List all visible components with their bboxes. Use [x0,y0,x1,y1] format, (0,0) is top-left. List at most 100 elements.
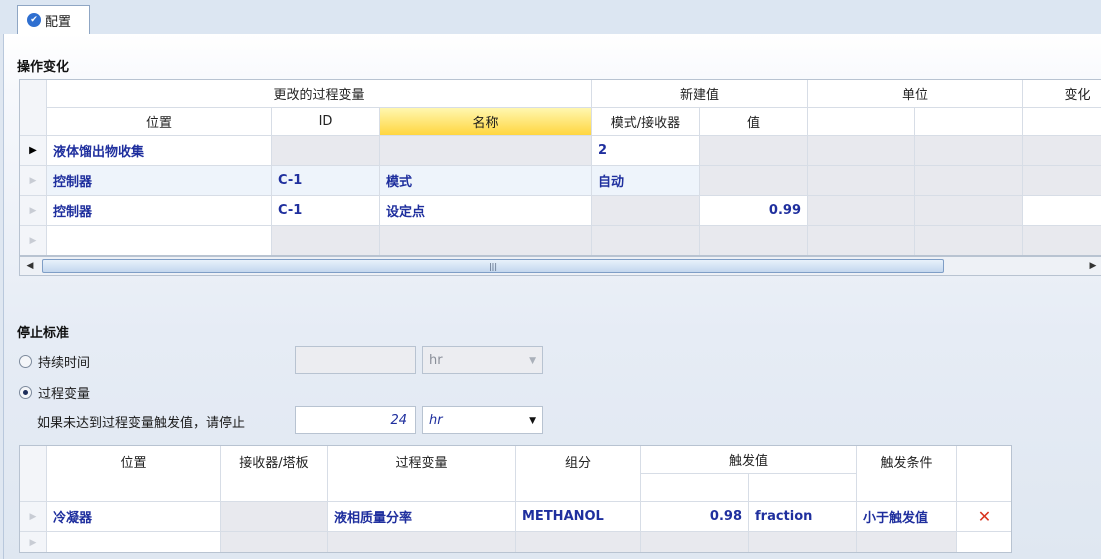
scroll-right-icon[interactable]: ▶ [1085,258,1101,274]
table-row-name[interactable]: 设定点 [380,196,592,226]
table-row-trigger-unit[interactable]: fraction [749,502,857,532]
table-row-location[interactable] [47,226,272,255]
group-header-process-variable: 更改的过程变量 [47,80,592,108]
table-row-location[interactable]: 液体馏出物收集 [47,136,272,166]
table-row-id[interactable]: C-1 [272,196,380,226]
table-row-change[interactable] [1023,166,1101,196]
table-row-value[interactable]: 0.99 [700,196,808,226]
radio-process-variable[interactable]: 过程变量 [19,383,90,402]
table-row-unit-b[interactable] [915,226,1023,255]
tab-config-label: 配置 [45,14,72,30]
col-header-delete [957,446,1011,502]
trigger-grid: 位置 接收器/塔板 过程变量 组分 触发值 触发条件 ▶ 冷凝器 液相质量分率 … [19,445,1012,553]
stop-if-unit-value: hr [429,412,443,428]
table-row-component[interactable] [516,532,641,552]
table-row-location[interactable]: 控制器 [47,196,272,226]
col-header-trigger-value[interactable]: 触发值 [641,446,857,474]
group-header-change: 变化 [1023,80,1101,108]
row-arrow-icon: ▶ [29,175,37,186]
radio-duration[interactable]: 持续时间 [19,352,90,371]
col-header-process-variable[interactable]: 过程变量 [328,446,516,502]
table-row-change[interactable] [1023,136,1101,166]
delete-row-button[interactable]: ✕ [957,502,1011,532]
table-row-name[interactable]: 模式 [380,166,592,196]
row-selector[interactable]: ▶ [20,502,47,532]
row-selector-new[interactable]: ▶ [20,532,47,552]
col-header-trigger-condition[interactable]: 触发条件 [857,446,957,502]
duration-unit-select[interactable]: hr ▼ [422,346,543,374]
row-selector-current[interactable]: ▶ [20,136,47,166]
table-row-change[interactable] [1023,226,1101,255]
table-row-id[interactable] [272,226,380,255]
col-header-component[interactable]: 组分 [516,446,641,502]
table-row-location[interactable] [47,532,221,552]
table-row-trigger-condition[interactable] [857,532,957,552]
table-row-value[interactable] [700,226,808,255]
section-title-stop-criteria: 停止标准 [17,326,70,341]
config-panel: 操作变化 更改的过程变量 新建值 单位 变化 位置 ID 名称 模式/接收器 值… [3,34,1101,559]
table-row-id[interactable]: C-1 [272,166,380,196]
table-row-location[interactable]: 冷凝器 [47,502,221,532]
check-circle-icon: ✔ [27,13,41,27]
table-row-trigger-value[interactable]: 0.98 [641,502,749,532]
grid-corner [20,80,47,136]
col-header-trigger-value-num [641,474,749,502]
row-selector[interactable]: ▶ [20,196,47,226]
stop-if-label: 如果未达到过程变量触发值，请停止 [37,416,246,431]
chevron-down-icon: ▼ [529,416,536,426]
col-header-id[interactable]: ID [272,108,380,136]
table-row-trigger-value[interactable] [641,532,749,552]
radio-circle-selected[interactable] [19,386,32,399]
row-arrow-icon: ▶ [29,537,37,548]
grid-corner [20,446,47,502]
row-selector-new[interactable]: ▶ [20,226,47,255]
table-row-mode[interactable] [592,196,700,226]
table-row-mode[interactable] [592,226,700,255]
radio-process-variable-label: 过程变量 [38,387,91,402]
stop-if-time-input[interactable]: 24 [295,406,416,434]
tab-config[interactable]: ✔ 配置 [17,5,90,34]
scrollbar-thumb[interactable]: ||| [42,259,944,273]
col-header-name[interactable]: 名称 [380,108,592,136]
table-row-component[interactable]: METHANOL [516,502,641,532]
table-row-trigger-unit[interactable] [749,532,857,552]
table-row-change[interactable] [1023,196,1101,226]
table-row-mode[interactable]: 自动 [592,166,700,196]
table-row-name[interactable] [380,226,592,255]
col-header-receiver-tray[interactable]: 接收器/塔板 [221,446,328,502]
table-row-delete [957,532,1011,552]
scroll-left-icon[interactable]: ◀ [22,258,38,274]
radio-circle[interactable] [19,355,32,368]
table-row-id[interactable] [272,136,380,166]
grip-icon: ||| [488,261,498,271]
table-row-unit-a[interactable] [808,226,915,255]
chevron-down-icon: ▼ [529,356,536,366]
col-header-location[interactable]: 位置 [47,108,272,136]
table-row-name[interactable] [380,136,592,166]
table-row-mode[interactable]: 2 [592,136,700,166]
stop-if-unit-select[interactable]: hr ▼ [422,406,543,434]
table-row-trigger-condition[interactable]: 小于触发值 [857,502,957,532]
col-header-mode-receiver[interactable]: 模式/接收器 [592,108,700,136]
col-header-value[interactable]: 值 [700,108,808,136]
table-row-process-variable[interactable]: 液相质量分率 [328,502,516,532]
table-row-unit-b[interactable] [915,136,1023,166]
table-row-process-variable[interactable] [328,532,516,552]
table-row-unit-a[interactable] [808,136,915,166]
group-header-new-value: 新建值 [592,80,808,108]
table-row-unit-a[interactable] [808,166,915,196]
section-title-operation-changes: 操作变化 [17,60,70,75]
duration-input[interactable] [295,346,416,374]
table-row-unit-b[interactable] [915,196,1023,226]
table-row-value[interactable] [700,166,808,196]
table-row-value[interactable] [700,136,808,166]
close-icon: ✕ [977,507,992,526]
table-row-receiver[interactable] [221,532,328,552]
horizontal-scrollbar[interactable]: ◀ ||| ▶ [19,256,1101,276]
col-header-location[interactable]: 位置 [47,446,221,502]
table-row-unit-b[interactable] [915,166,1023,196]
table-row-receiver[interactable] [221,502,328,532]
table-row-unit-a[interactable] [808,196,915,226]
table-row-location[interactable]: 控制器 [47,166,272,196]
row-selector[interactable]: ▶ [20,166,47,196]
